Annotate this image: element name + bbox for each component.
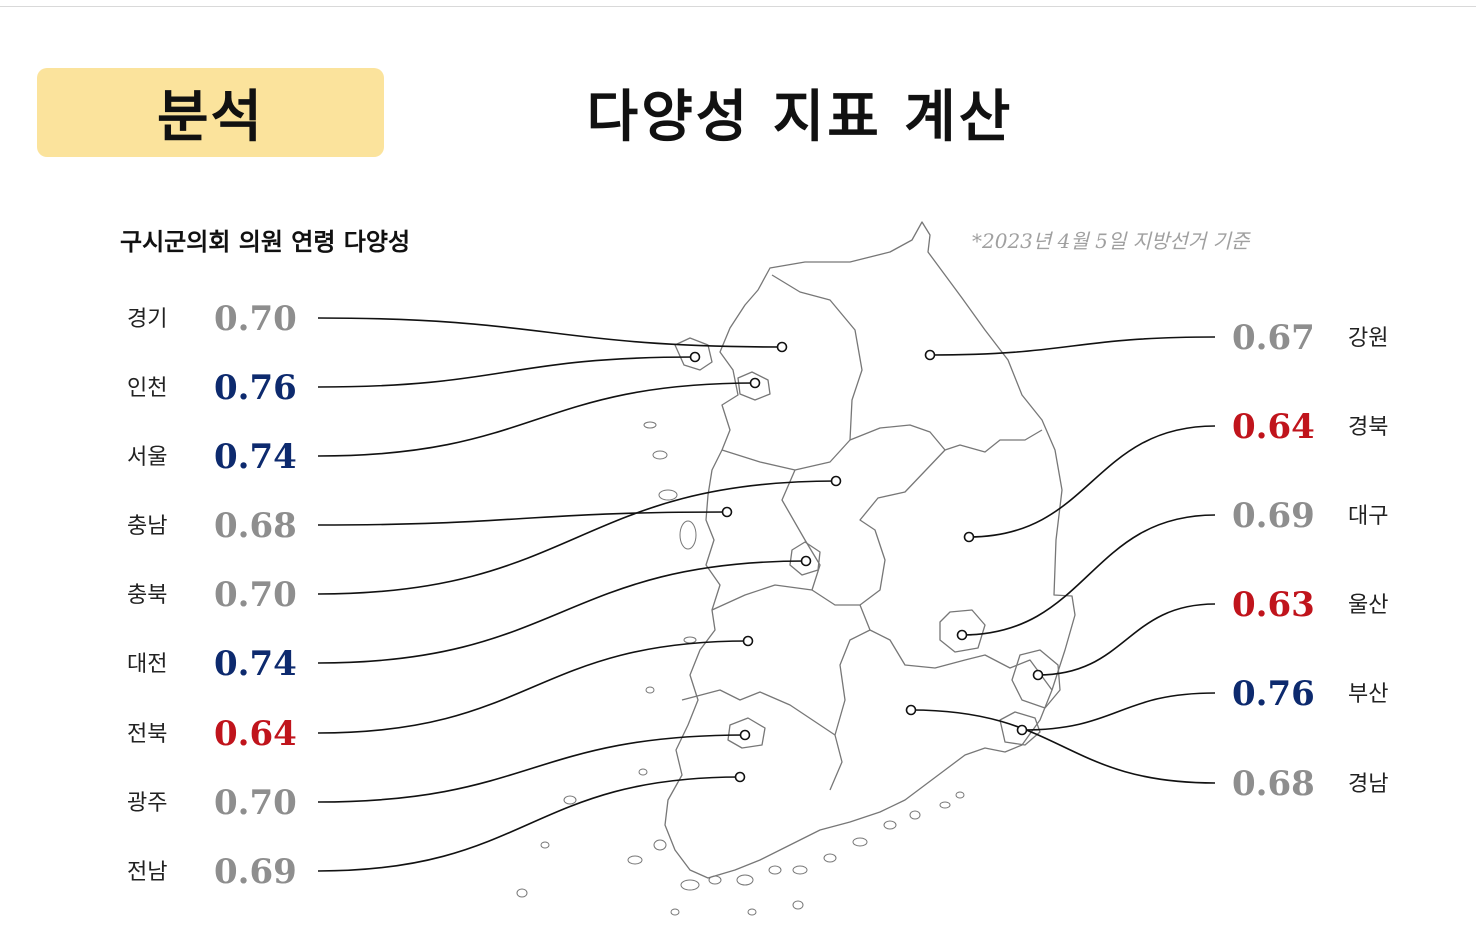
region-name-13: 부산	[1348, 682, 1388, 707]
region-marker-13	[1016, 724, 1028, 736]
boundary-jeonbuk-jeonnam	[681, 689, 836, 736]
region-name-0: 경기	[127, 307, 167, 332]
region-name-3: 충남	[127, 514, 167, 539]
boundary-chungbuk-gangwon	[849, 424, 1043, 453]
connector-12	[1037, 603, 1216, 676]
region-value-5: 0.74	[214, 644, 297, 684]
region-marker-10	[963, 531, 975, 543]
connector-3	[317, 511, 728, 526]
connector-4	[317, 480, 837, 595]
connector-10	[968, 425, 1216, 538]
boundary-gyeongbuk-gyeongnam	[859, 604, 1053, 691]
connector-13	[1021, 692, 1216, 731]
region-labels: 경기 0.70 인천 0.76 서울 0.74 충남 0.68 충북 0.70 대전 0.74 전북 0.…	[127, 299, 1388, 892]
region-value-2: 0.74	[214, 437, 297, 477]
region-name-8: 전남	[127, 860, 167, 885]
region-value-14: 0.68	[1232, 764, 1315, 804]
region-name-10: 경북	[1348, 415, 1388, 440]
region-name-5: 대전	[127, 652, 167, 677]
region-marker-12	[1032, 669, 1044, 681]
islands	[516, 421, 965, 916]
connector-2	[317, 382, 756, 457]
region-marker-6	[742, 635, 754, 647]
region-name-7: 광주	[127, 791, 167, 816]
region-name-9: 강원	[1348, 326, 1388, 351]
boundary-jeonbuk-gyeongnam	[829, 629, 871, 791]
region-value-9: 0.67	[1232, 318, 1315, 358]
connector-5	[317, 560, 807, 664]
region-name-14: 경남	[1348, 772, 1388, 797]
region-value-11: 0.69	[1232, 496, 1315, 536]
region-markers	[689, 341, 1044, 783]
region-value-12: 0.63	[1232, 585, 1315, 625]
region-name-12: 울산	[1348, 593, 1388, 618]
region-marker-0	[776, 341, 788, 353]
region-marker-14	[905, 704, 917, 716]
region-value-6: 0.64	[214, 714, 297, 754]
region-name-6: 전북	[127, 722, 167, 747]
region-value-0: 0.70	[214, 299, 297, 339]
region-value-1: 0.76	[214, 368, 297, 408]
region-value-7: 0.70	[214, 783, 297, 823]
connector-0	[317, 317, 783, 348]
connector-8	[317, 776, 741, 872]
region-value-8: 0.69	[214, 852, 297, 892]
korea-map-outline	[516, 221, 1076, 916]
connector-1	[317, 356, 696, 388]
region-value-4: 0.70	[214, 575, 297, 615]
region-marker-8	[734, 771, 746, 783]
region-value-10: 0.64	[1232, 407, 1315, 447]
region-marker-4	[830, 475, 842, 487]
boundary-jeonbuk-north	[711, 584, 813, 611]
region-marker-11	[956, 629, 968, 641]
region-marker-5	[800, 555, 812, 567]
connector-9	[929, 336, 1216, 356]
mainland-outline	[664, 221, 1076, 879]
region-marker-1	[689, 351, 701, 363]
region-value-13: 0.76	[1232, 674, 1315, 714]
region-marker-7	[739, 729, 751, 741]
korea-map-chart: 경기 0.70 인천 0.76 서울 0.74 충남 0.68 충북 0.70 대전 0.74 전북 0.…	[127, 221, 1388, 916]
connector-14	[910, 709, 1216, 784]
region-marker-3	[721, 506, 733, 518]
boundary-gyeonggi-gangwon	[771, 274, 863, 441]
boundary-chungbuk-chungnam	[781, 449, 946, 606]
region-name-4: 충북	[127, 583, 167, 608]
region-marker-2	[749, 377, 761, 389]
region-name-2: 서울	[127, 445, 167, 470]
region-name-1: 인천	[127, 376, 167, 401]
region-value-3: 0.68	[214, 506, 297, 546]
region-marker-9	[924, 349, 936, 361]
connector-11	[961, 514, 1216, 636]
boundary-chungnam-gyeonggi	[721, 439, 851, 471]
connector-6	[317, 640, 749, 734]
connector-lines	[317, 317, 1216, 872]
region-name-11: 대구	[1348, 504, 1388, 529]
